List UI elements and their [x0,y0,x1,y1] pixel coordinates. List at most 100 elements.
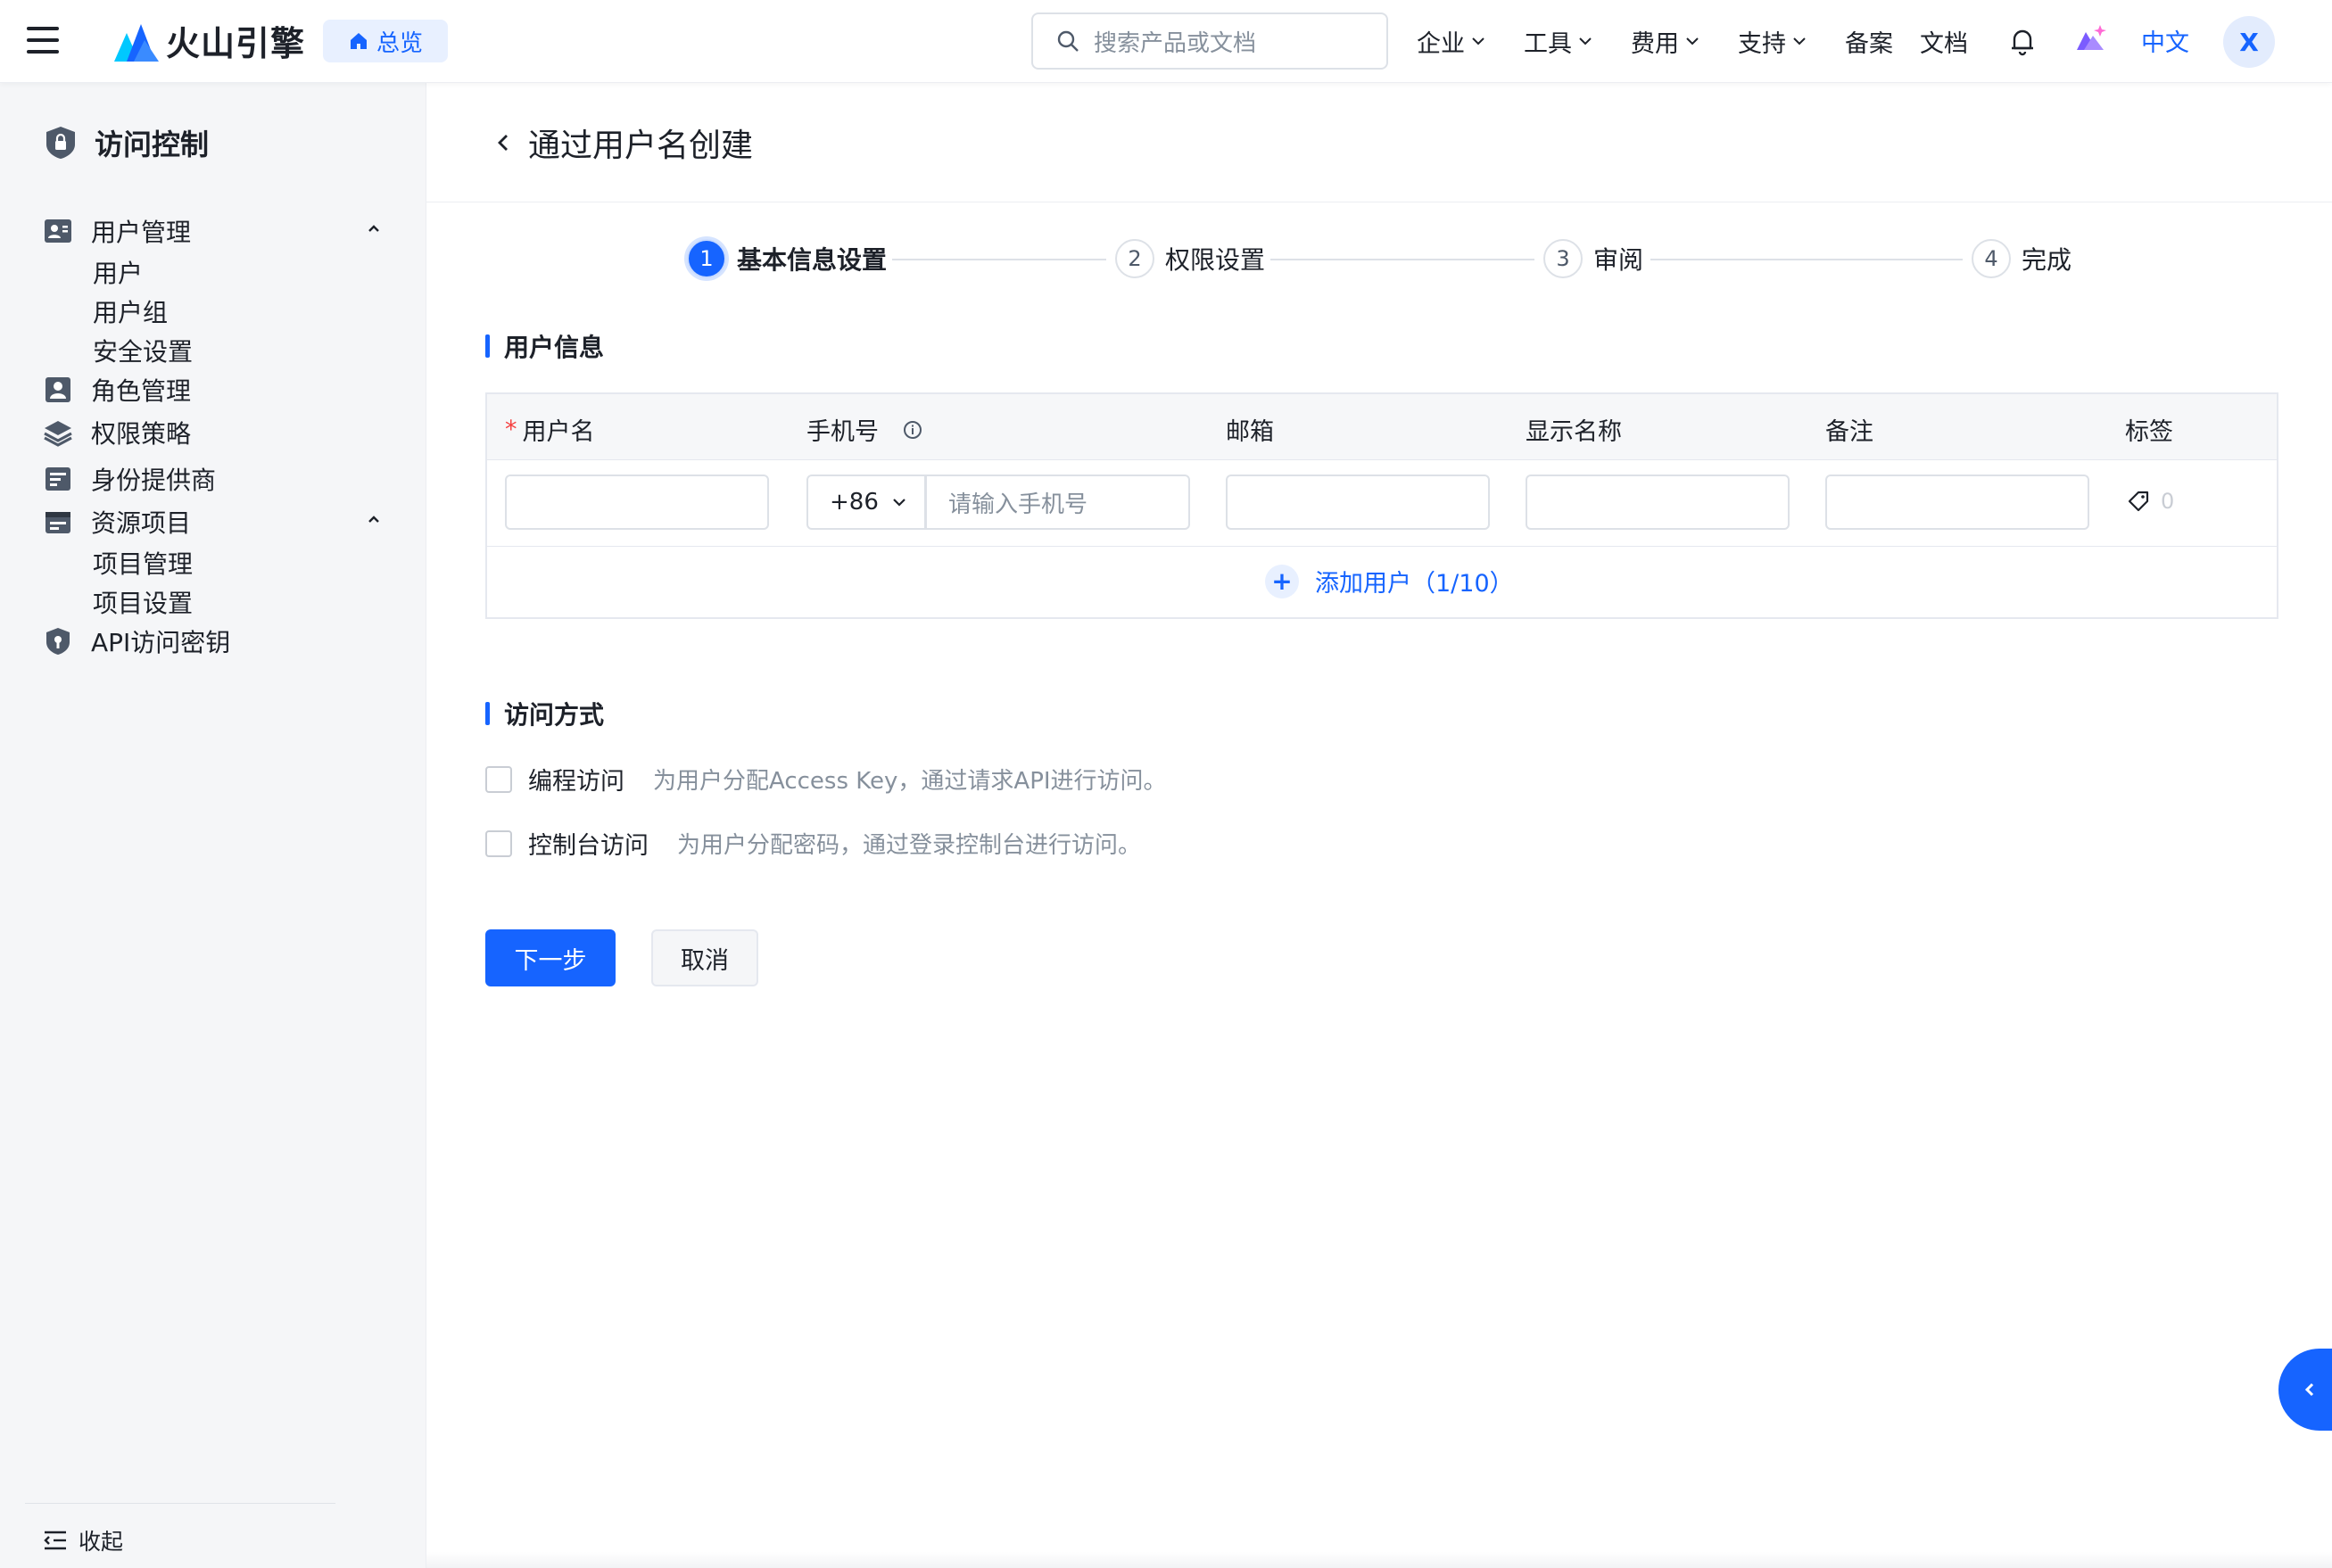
nav-billing[interactable]: 费用 [1631,23,1700,59]
float-panel-toggle[interactable] [2278,1349,2332,1431]
idp-icon [45,467,70,491]
required-mark: * [505,416,517,443]
username-input[interactable] [505,475,769,530]
tag-editor[interactable]: 0 [2127,489,2174,514]
user-avatar[interactable]: X [2223,16,2275,68]
sidebar-item-user-groups[interactable]: 用户组 [93,293,168,329]
sidebar-item-identity-providers[interactable]: 身份提供商 [43,461,216,497]
sidebar-item-label: 角色管理 [91,376,192,406]
cancel-button[interactable]: 取消 [651,929,758,986]
users-icon [45,219,71,243]
column-header-email: 邮箱 [1226,412,1274,447]
step-number: 1 [687,239,726,278]
volcengine-logo-icon [114,23,159,62]
option-programmatic-access[interactable]: 编程访问 为用户分配Access Key，通过请求API进行访问。 [485,762,1167,796]
bell-icon[interactable] [2007,25,2038,57]
next-button[interactable]: 下一步 [485,929,616,986]
display-name-input[interactable] [1526,475,1790,530]
nav-enterprise[interactable]: 企业 [1417,23,1486,59]
overview-button[interactable]: 总览 [323,20,448,62]
sidebar-collapse-button[interactable]: 收起 [43,1524,123,1556]
phone-input[interactable]: 请输入手机号 [926,475,1190,530]
sidebar-item-role-management[interactable]: 角色管理 [43,372,191,408]
menu-icon[interactable] [27,27,59,55]
chevron-up-icon[interactable] [364,219,384,238]
chevron-down-icon [1793,37,1806,45]
page-title: 通过用户名创建 [528,128,754,164]
plus-icon: + [1265,564,1299,598]
nav-filing[interactable]: 备案 [1845,23,1893,59]
column-header-text: 备注 [1825,418,1873,446]
nav-docs[interactable]: 文档 [1920,23,1968,59]
step-connector [892,259,1106,260]
nav-tools-label: 工具 [1524,29,1572,58]
table-divider [487,546,2277,547]
chevron-up-icon[interactable] [364,509,384,529]
sidebar-item-resource-projects[interactable]: 资源项目 [43,504,191,540]
sidebar-item-security-settings[interactable]: 安全设置 [93,333,193,368]
search-icon [1057,30,1079,52]
role-icon [45,377,70,402]
add-user-button[interactable]: + 添加用户（1/10） [1265,564,1514,598]
nav-support-label: 支持 [1738,29,1786,58]
option-console-access[interactable]: 控制台访问 为用户分配密码，通过登录控制台进行访问。 [485,826,1141,861]
sidebar-item-api-keys[interactable]: API访问密钥 [43,623,230,659]
sidebar-item-label: 身份提供商 [91,466,217,495]
option-label: 编程访问 [528,768,624,796]
step-connector [1650,259,1963,260]
ai-assistant-icon[interactable] [2073,23,2107,57]
step-review: 3 审阅 [1543,239,1643,278]
step-done: 4 完成 [1972,239,2072,278]
sidebar-item-users[interactable]: 用户 [93,254,143,290]
sidebar-item-user-management[interactable]: 用户管理 [43,213,191,249]
search-input[interactable]: 搜索产品或文档 [1031,12,1388,70]
sidebar-divider [25,1503,335,1504]
bottom-edge [426,1552,2332,1568]
option-description: 为用户分配Access Key，通过请求API进行访问。 [653,768,1167,795]
option-description: 为用户分配密码，通过登录控制台进行访问。 [677,832,1142,859]
add-user-label: 添加用户（1/10） [1315,570,1514,598]
sidebar-title: 访问控制 [43,122,209,163]
sidebar: 访问控制 用户管理 用户 用户组 安全设置 角色管理 权限策略 身份提供商 资源… [0,83,426,1568]
nav-tools[interactable]: 工具 [1524,23,1593,59]
chevron-down-icon [1686,37,1699,45]
sidebar-title-text: 访问控制 [95,128,210,161]
shield-key-icon [46,628,70,655]
nav-support[interactable]: 支持 [1738,23,1807,59]
column-header-tags: 标签 [2125,412,2173,447]
sidebar-item-policies[interactable]: 权限策略 [43,415,191,450]
project-icon [45,512,70,533]
column-header-text: 标签 [2125,418,2173,446]
column-header-username: * 用户名 [505,412,595,447]
back-chevron-icon[interactable] [492,130,514,155]
chevron-down-icon [1472,37,1484,45]
country-code-select[interactable]: +86 [806,475,926,530]
console-access-checkbox[interactable] [485,829,512,857]
email-input[interactable] [1226,475,1490,530]
sidebar-item-label: 权限策略 [91,419,192,449]
language-switch[interactable]: 中文 [2141,23,2189,58]
sidebar-item-label: 用户管理 [91,218,192,247]
sidebar-item-project-management[interactable]: 项目管理 [93,545,193,581]
nav-filing-label: 备案 [1845,29,1893,58]
brand-logo[interactable]: 火山引擎 [114,16,305,65]
section-title-user-info: 用户信息 [485,328,604,364]
brand-name: 火山引擎 [166,24,306,63]
step-label: 基本信息设置 [737,245,888,275]
step-basic-info: 1 基本信息设置 [687,239,887,278]
step-number: 2 [1115,239,1154,278]
nav-enterprise-label: 企业 [1417,29,1465,58]
nav-docs-label: 文档 [1920,29,1968,58]
column-header-display-name: 显示名称 [1526,412,1622,447]
section-title-text: 用户信息 [504,333,605,362]
info-icon[interactable] [902,419,923,441]
step-label: 权限设置 [1165,245,1266,275]
sidebar-item-project-settings[interactable]: 项目设置 [93,584,193,620]
collapse-icon [44,1531,66,1550]
programmatic-access-checkbox[interactable] [485,765,512,793]
column-header-text: 显示名称 [1526,418,1622,446]
overview-label: 总览 [376,29,423,57]
lock-shield-icon [46,127,75,159]
remark-input[interactable] [1825,475,2089,530]
section-title-access: 访问方式 [485,696,604,731]
